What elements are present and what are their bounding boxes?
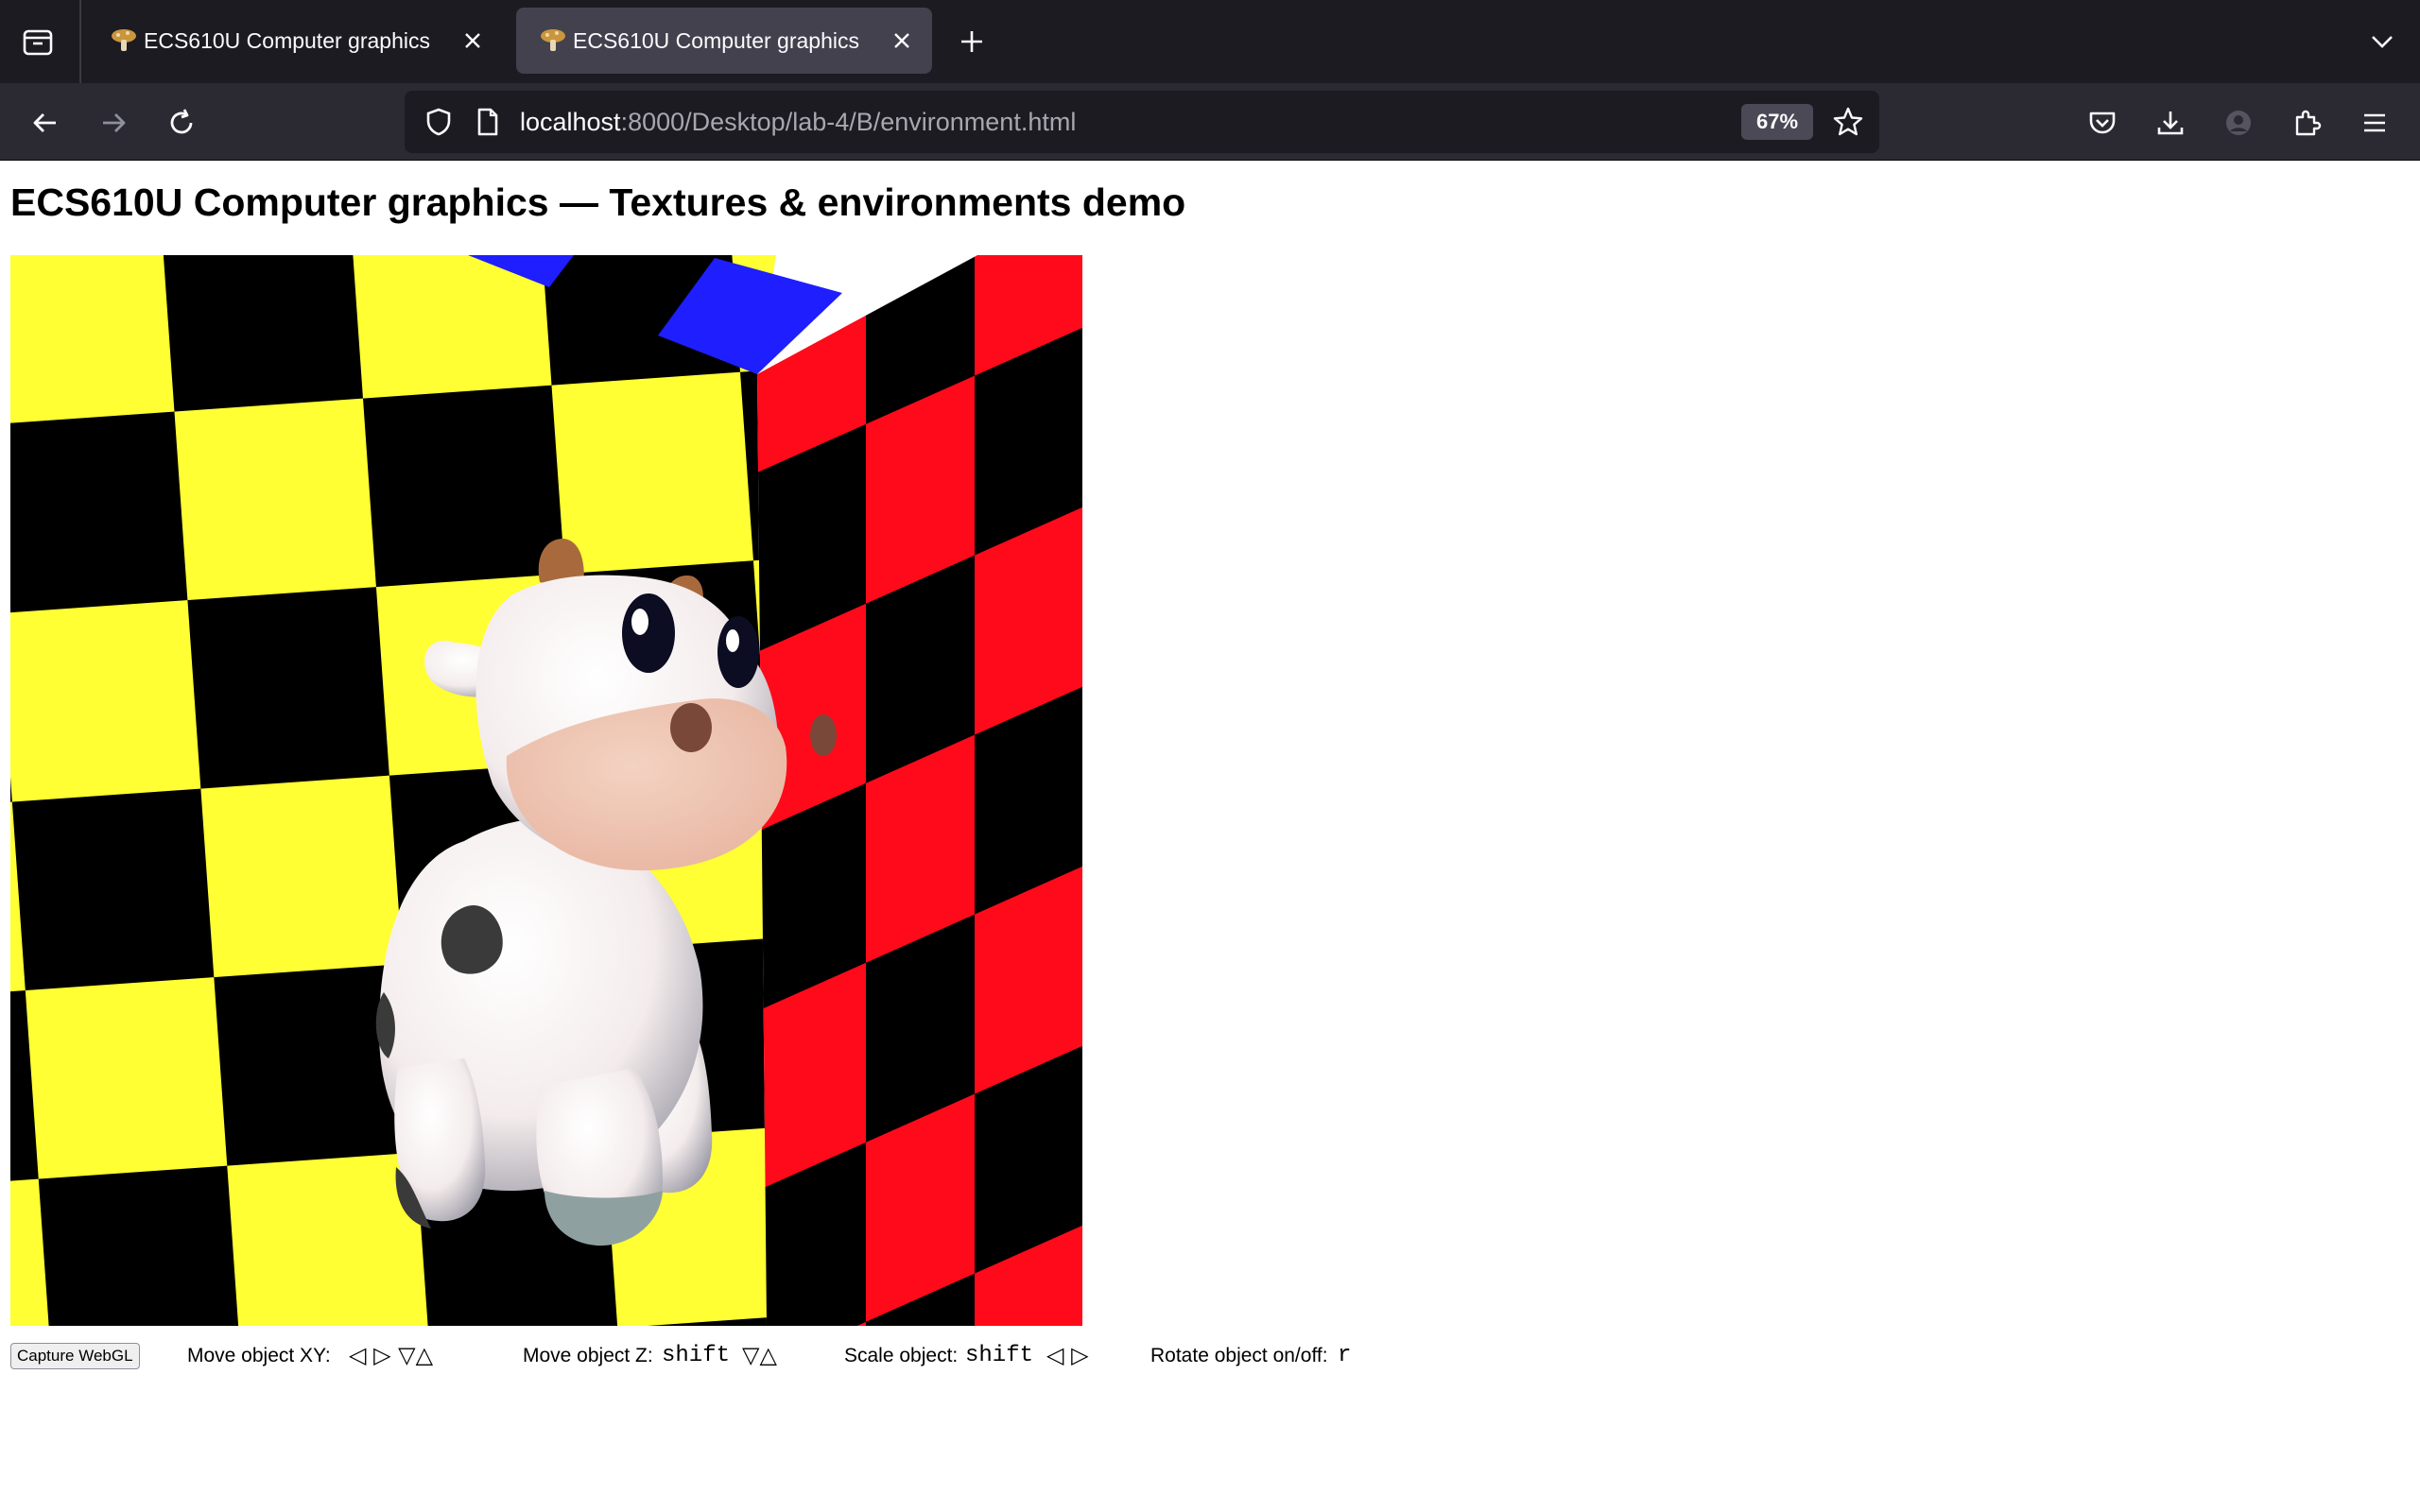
scale-keys: ◁ ▷ (1046, 1342, 1089, 1368)
rotate-label: Rotate object on/off: (1150, 1345, 1328, 1366)
tab-separator (79, 0, 81, 83)
move-xy-keys: ◁ ▷ ▽△ (349, 1342, 434, 1368)
close-icon[interactable] (885, 24, 919, 58)
url-text: localhost:8000/Desktop/lab-4/B/environme… (520, 108, 1076, 137)
star-bookmark-icon[interactable] (1830, 104, 1866, 140)
tab-overview-icon[interactable] (19, 23, 57, 60)
cow-nostril (670, 703, 712, 752)
new-tab-icon[interactable] (953, 23, 991, 60)
download-icon[interactable] (2150, 102, 2191, 144)
tab-2[interactable]: ECS610U Computer graphics (516, 8, 932, 74)
cow-nostril (810, 714, 837, 756)
rotate-key: r (1338, 1343, 1352, 1368)
url-path: :8000/Desktop/lab-4/B/environment.html (620, 108, 1077, 136)
move-z-keys: ▽△ (742, 1342, 777, 1368)
list-all-tabs-icon[interactable] (2363, 23, 2401, 60)
cow-eye-highlight (631, 609, 648, 635)
scale-modifier: shift (965, 1343, 1034, 1368)
webgl-canvas[interactable] (10, 255, 1082, 1326)
cow-eye-highlight (726, 629, 739, 652)
scene-render (10, 255, 1082, 1326)
navigation-toolbar: localhost:8000/Desktop/lab-4/B/environme… (0, 83, 2420, 161)
forward-arrow-icon[interactable] (93, 102, 134, 144)
cow-eye (622, 593, 675, 673)
mushroom-favicon-icon (539, 27, 567, 60)
tab-2-title: ECS610U Computer graphics (573, 28, 859, 53)
page-info-icon[interactable] (471, 105, 505, 139)
hamburger-menu-icon[interactable] (2354, 102, 2395, 144)
account-icon[interactable] (2218, 102, 2259, 144)
tab-1[interactable]: ECS610U Computer graphics (87, 8, 503, 74)
tab-bar: ECS610U Computer graphics ECS610U Comput… (0, 0, 2420, 83)
scale-label: Scale object: (844, 1345, 959, 1366)
pocket-icon[interactable] (2082, 102, 2123, 144)
page-content: ECS610U Computer graphics — Textures & e… (0, 162, 2420, 1512)
move-z-label: Move object Z: (523, 1345, 653, 1366)
url-bar[interactable]: localhost:8000/Desktop/lab-4/B/environme… (405, 91, 1879, 153)
cow-eye (717, 616, 759, 688)
mushroom-favicon-icon (110, 27, 138, 60)
close-icon[interactable] (456, 24, 490, 58)
back-arrow-icon[interactable] (25, 102, 66, 144)
capture-webgl-button[interactable]: Capture WebGL (10, 1343, 140, 1369)
extensions-puzzle-icon[interactable] (2286, 102, 2327, 144)
zoom-level-badge[interactable]: 67% (1741, 104, 1813, 140)
page-title: ECS610U Computer graphics — Textures & e… (10, 180, 1186, 224)
url-host: localhost (520, 108, 621, 136)
controls-bar: Capture WebGL Move object XY: ◁ ▷ ▽△ Mov… (10, 1333, 1523, 1375)
tab-1-title: ECS610U Computer graphics (144, 28, 430, 53)
move-z-modifier: shift (662, 1343, 731, 1368)
move-xy-label: Move object XY: (187, 1345, 331, 1366)
tracking-protection-shield-icon[interactable] (422, 105, 456, 139)
side-wall (757, 255, 1082, 1326)
reload-icon[interactable] (161, 102, 202, 144)
